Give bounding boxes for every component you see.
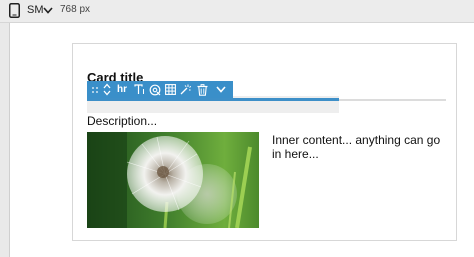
table-icon[interactable] (164, 81, 176, 98)
hr-selection-outline (87, 98, 339, 101)
inner-content-text[interactable]: Inner content... anything can go in here… (272, 133, 447, 161)
card-description[interactable]: Description... (87, 114, 157, 128)
breakpoint-label[interactable]: SM (27, 4, 44, 16)
editor-canvas[interactable]: Card title hr Description... Inner conte… (9, 23, 474, 257)
drag-handle-icon[interactable] (90, 81, 100, 98)
chevron-down-icon[interactable] (43, 7, 53, 14)
dandelion-photo[interactable] (87, 132, 259, 228)
viewport-width-label: 768 px (60, 4, 91, 15)
move-up-down-icon[interactable] (102, 81, 112, 98)
magic-wand-icon[interactable] (179, 81, 191, 98)
viewport-toolbar: SM 768 px (0, 0, 474, 23)
element-toolbar: hr (87, 81, 233, 98)
phone-icon[interactable] (9, 3, 20, 18)
trash-icon[interactable] (196, 81, 209, 98)
link-icon[interactable] (148, 81, 161, 98)
text-icon[interactable] (133, 81, 145, 98)
card[interactable]: Card title hr Description... Inner conte… (72, 43, 457, 241)
chevron-down-icon[interactable] (214, 81, 228, 98)
selected-element-label: hr (117, 84, 127, 95)
